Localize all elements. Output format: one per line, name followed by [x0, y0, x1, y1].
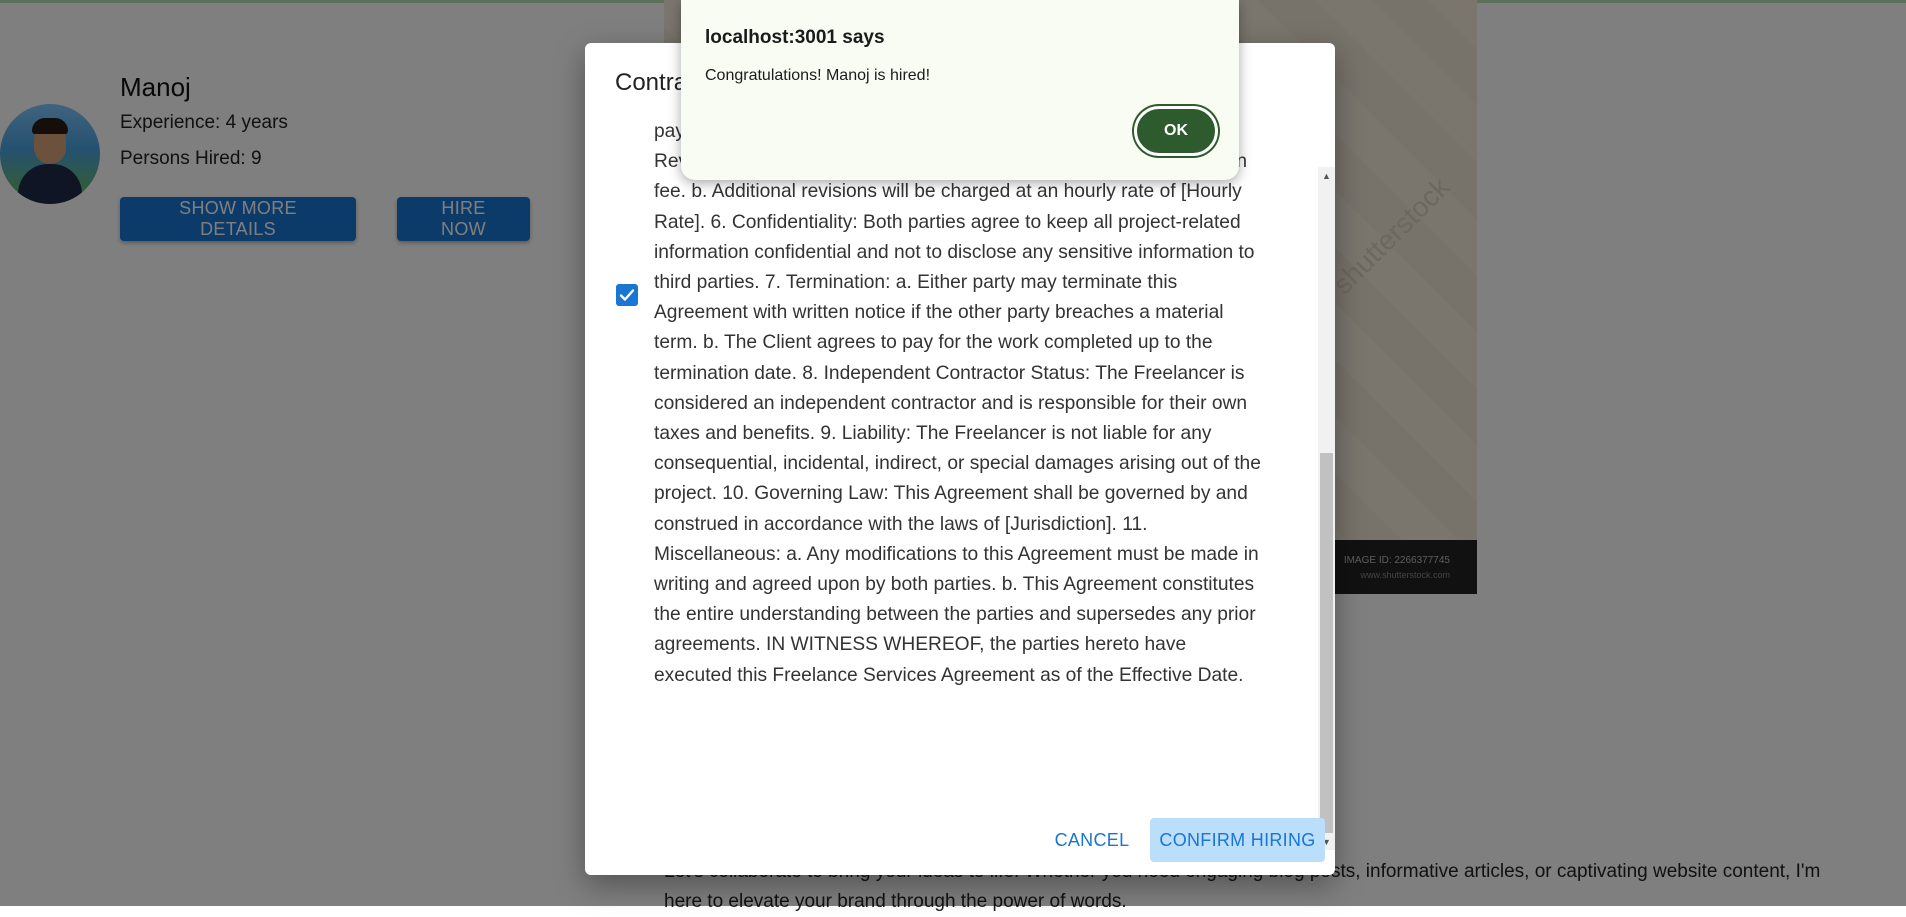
- agreement-text: payment will be made upon completion and…: [654, 125, 1261, 686]
- scrollbar-thumb[interactable]: [1320, 453, 1333, 833]
- dialog-content: payment will be made upon completion and…: [585, 125, 1315, 847]
- browser-alert: localhost:3001 says Congratulations! Man…: [681, 0, 1239, 180]
- scroll-up-arrow-icon[interactable]: ▲: [1318, 167, 1335, 184]
- alert-ok-button[interactable]: OK: [1134, 106, 1218, 156]
- confirm-hiring-button[interactable]: CONFIRM HIRING: [1150, 818, 1325, 862]
- agree-checkbox[interactable]: [616, 284, 638, 306]
- dialog-scrollbar[interactable]: ▲ ▼: [1318, 167, 1335, 850]
- cancel-button[interactable]: CANCEL: [1047, 818, 1137, 862]
- alert-message: Congratulations! Manoj is hired!: [705, 67, 931, 84]
- checkmark-icon: [619, 289, 635, 301]
- alert-title: localhost:3001 says: [705, 27, 885, 48]
